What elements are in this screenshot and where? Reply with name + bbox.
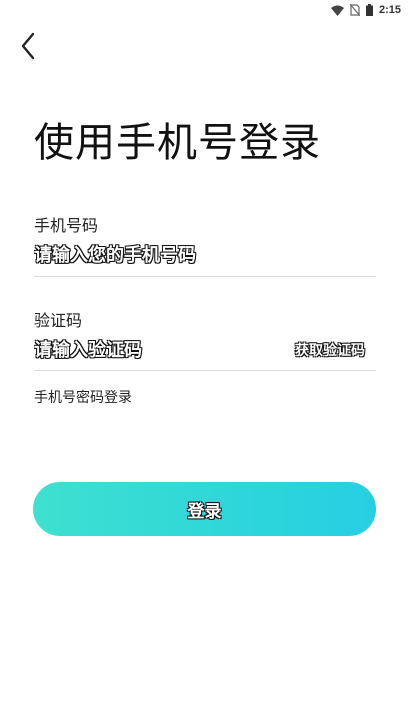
battery-icon [365,4,373,16]
code-divider [34,370,376,371]
status-bar: 2:15 [0,0,409,20]
get-code-button[interactable]: 获取验证码 [295,340,365,360]
chevron-left-icon [21,32,35,60]
no-sim-icon [349,4,360,16]
phone-input[interactable] [34,242,284,268]
page-title: 使用手机号登录 [34,120,321,166]
phone-label: 手机号码 [34,216,99,235]
login-screen: 2:15 使用手机号登录 手机号码 验证码 获取验证码 手机号密码登录 登录 [0,0,409,728]
code-label: 验证码 [34,311,83,330]
back-button[interactable] [14,30,42,62]
code-input[interactable] [34,337,234,363]
status-time: 2:15 [378,4,401,16]
login-button-label: 登录 [187,501,222,522]
phone-divider [34,276,376,277]
password-login-link[interactable]: 手机号密码登录 [34,387,132,407]
wifi-icon [330,5,344,16]
login-button[interactable]: 登录 [33,482,376,536]
